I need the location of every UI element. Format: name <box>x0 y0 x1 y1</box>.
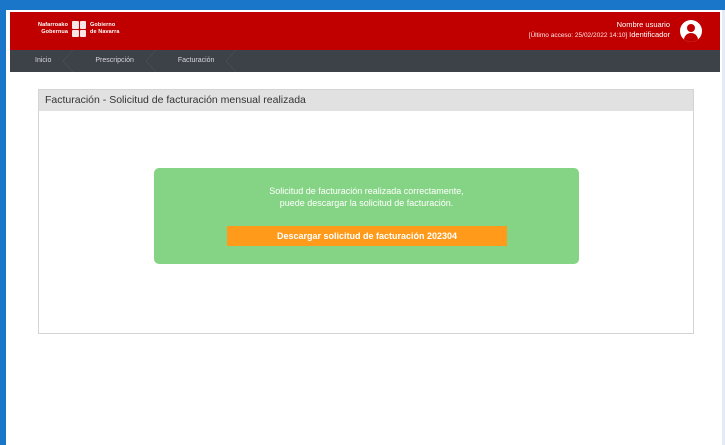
main-navbar: Inicio Prescripción Facturación <box>10 50 720 72</box>
last-access: [Último acceso: 25/02/2022 14:10] <box>528 32 628 39</box>
nav-item-facturacion[interactable]: Facturación <box>156 50 237 72</box>
logo-line-1: Nafarroako <box>38 22 69 28</box>
nav-item-inicio[interactable]: Inicio <box>10 50 74 72</box>
logo-line-3: Gobierno <box>90 22 116 28</box>
logo-text-spanish: Gobierno de Navarra <box>90 22 119 36</box>
billing-panel: Facturación - Solicitud de facturación m… <box>38 89 694 334</box>
logo-line-4: de Navarra <box>90 29 120 35</box>
navarra-crest-icon <box>72 21 87 37</box>
user-name[interactable]: Nombre usuario <box>529 20 670 30</box>
user-access-line: [Último acceso: 25/02/2022 14:10] Identi… <box>529 30 670 41</box>
success-message-box: Solicitud de facturación realizada corre… <box>154 168 579 264</box>
top-header: Nafarroako Gobernua Gobierno de Navarra … <box>10 12 720 50</box>
success-message-line-1: Solicitud de facturación realizada corre… <box>269 186 464 196</box>
panel-title: Facturación - Solicitud de facturación m… <box>39 90 693 111</box>
success-message-line-2: puede descargar la solicitud de facturac… <box>279 198 454 208</box>
window-frame-left <box>0 0 6 445</box>
logo-line-2: Gobernua <box>41 29 69 35</box>
app-container: Nafarroako Gobernua Gobierno de Navarra … <box>10 12 720 445</box>
gobierno-navarra-logo[interactable]: Nafarroako Gobernua Gobierno de Navarra <box>38 21 119 37</box>
user-avatar-icon[interactable] <box>680 20 702 42</box>
nav-item-prescripcion[interactable]: Prescripción <box>73 50 156 72</box>
download-billing-request-button[interactable]: Descargar solicitud de facturación 20230… <box>227 226 507 246</box>
user-info: Nombre usuario [Último acceso: 25/02/202… <box>529 20 670 41</box>
window-frame-top <box>0 0 725 10</box>
logo-text-basque: Nafarroako Gobernua <box>38 22 68 36</box>
user-identifier: Identificador <box>629 30 670 39</box>
